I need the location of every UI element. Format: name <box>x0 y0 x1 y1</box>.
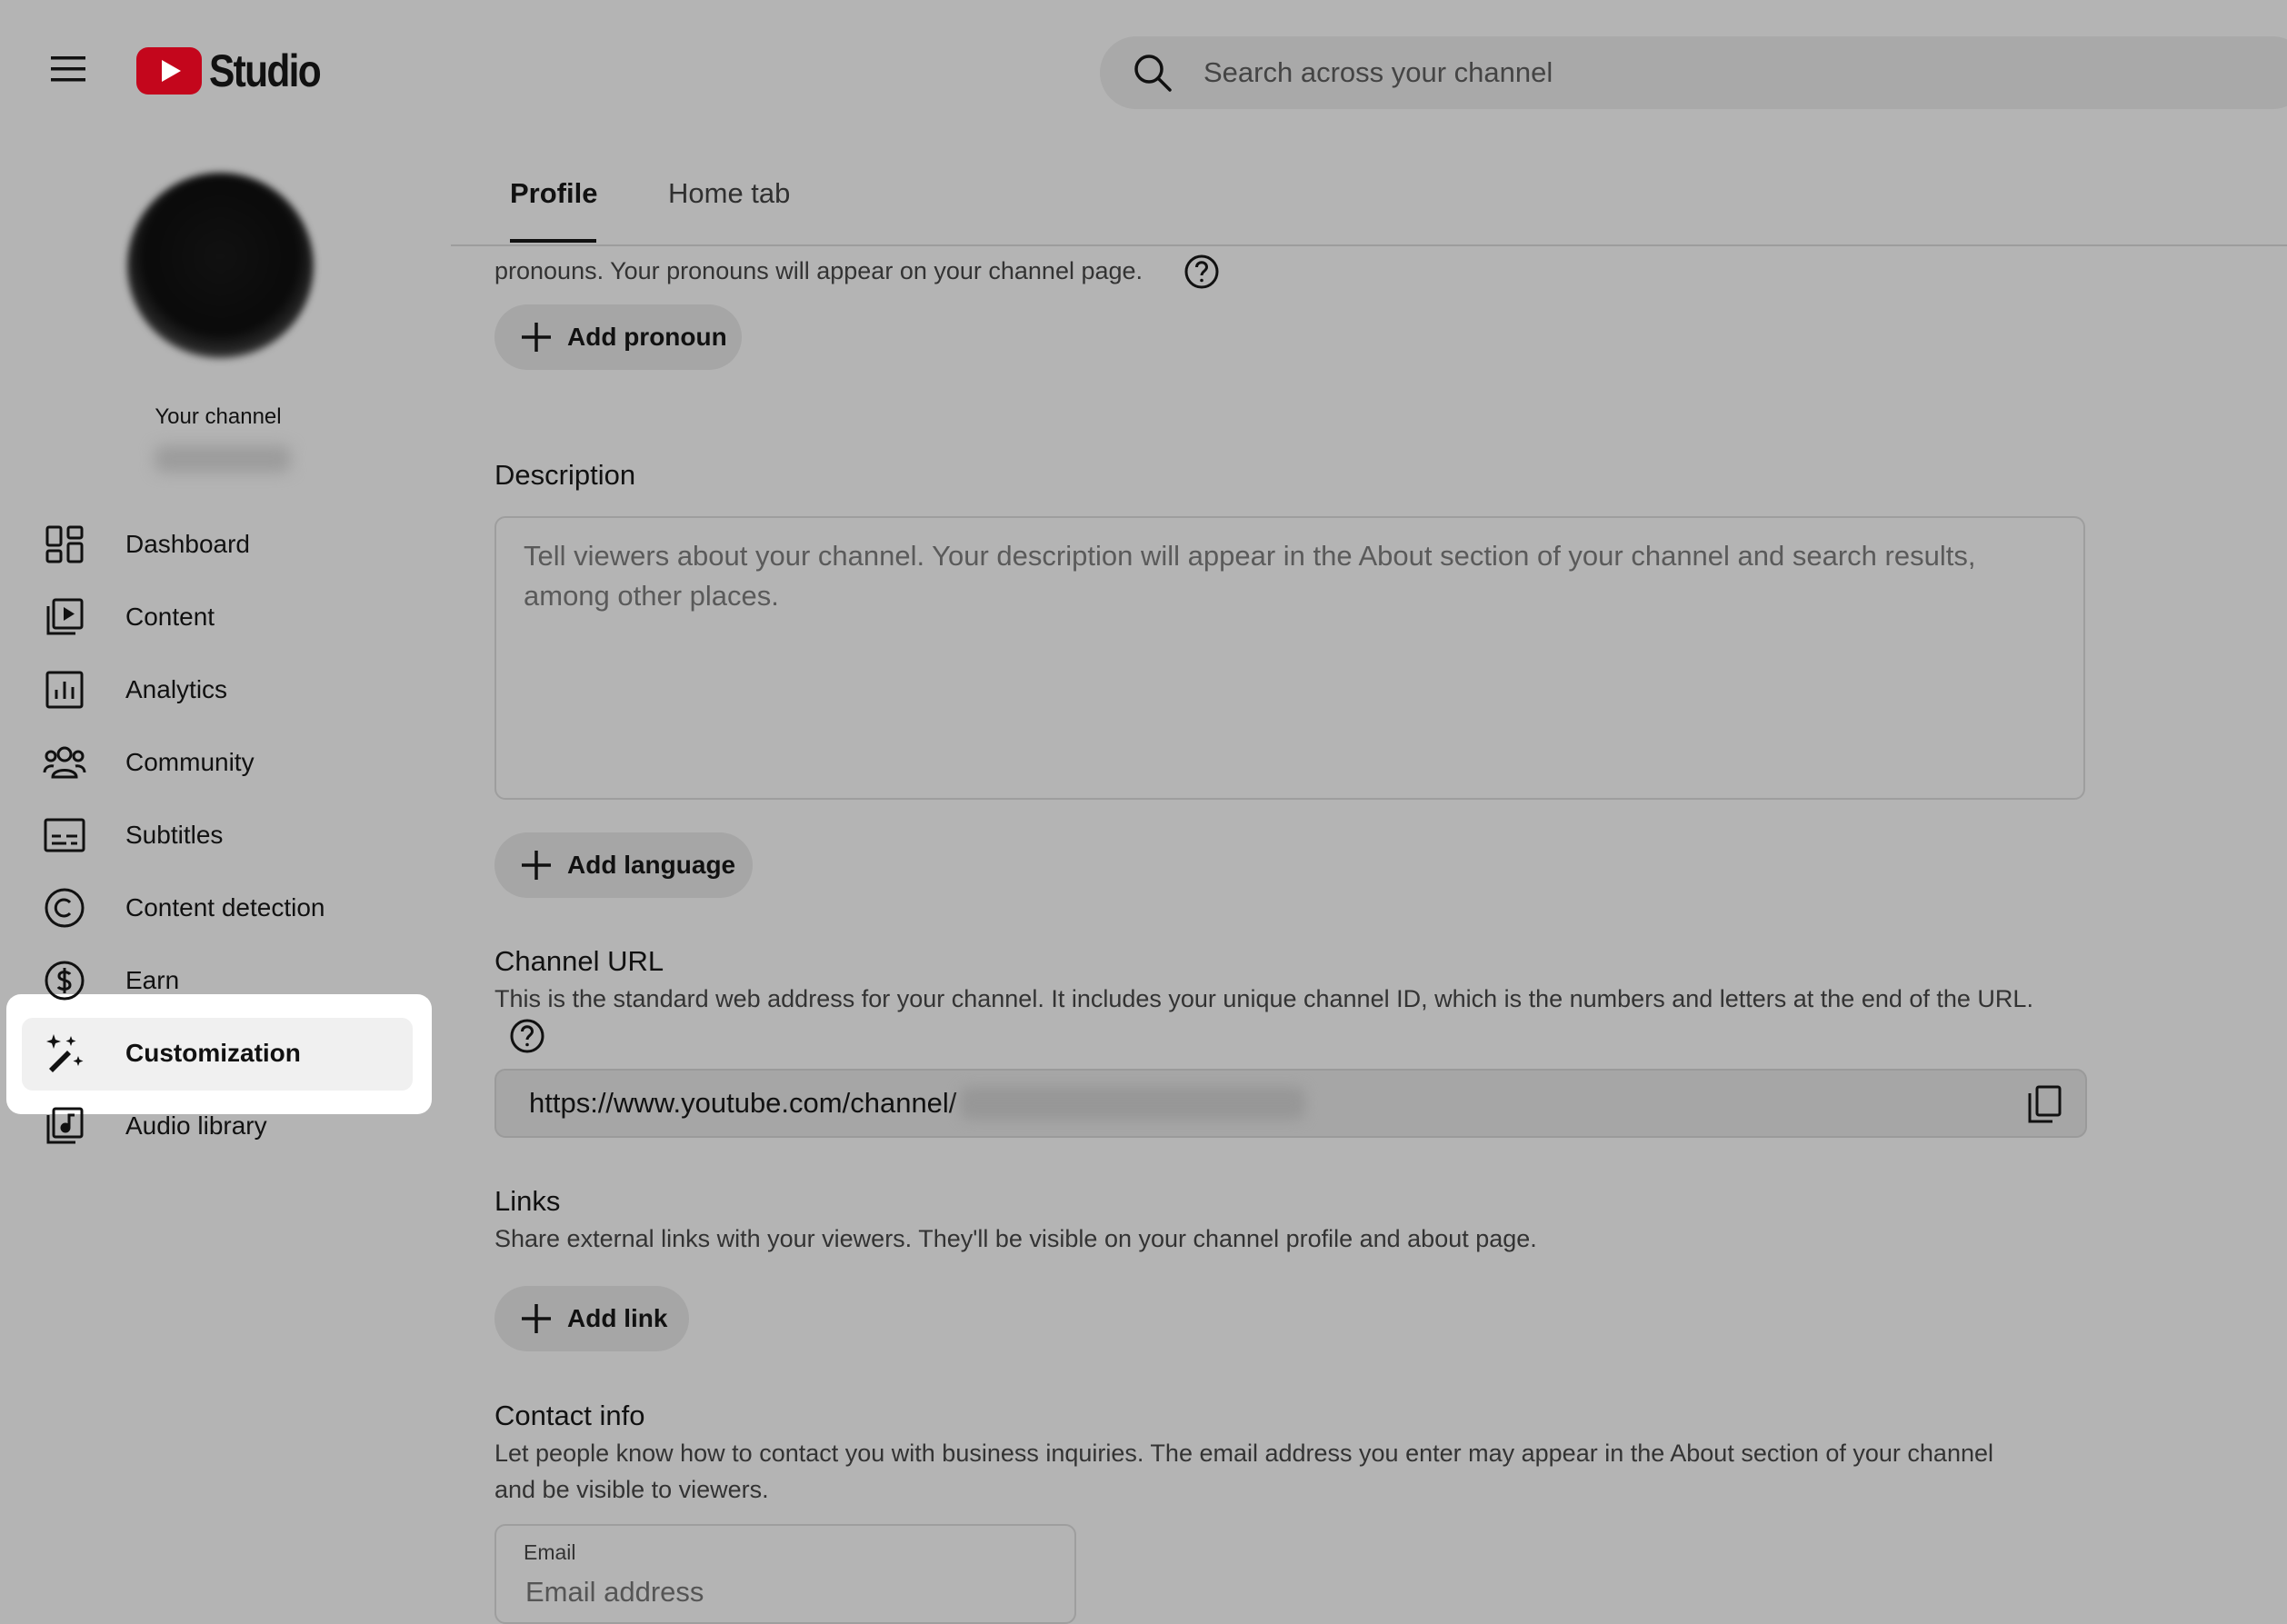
tab-home[interactable]: Home tab <box>668 177 790 210</box>
contact-info-title: Contact info <box>494 1400 645 1431</box>
active-tab-indicator <box>510 239 596 243</box>
add-language-button[interactable]: Add language <box>494 832 753 898</box>
sidebar-item-label: Subtitles <box>125 821 224 849</box>
description-field[interactable] <box>494 516 2085 800</box>
add-pronoun-button[interactable]: Add pronoun <box>494 304 742 370</box>
magic-wand-icon <box>42 1031 87 1076</box>
sidebar-item-earn[interactable]: Earn <box>22 944 433 1017</box>
youtube-studio-logo[interactable]: Studio <box>136 44 340 98</box>
search-input[interactable] <box>1202 55 2114 90</box>
sidebar-item-label: Dashboard <box>125 530 250 558</box>
dashboard-icon <box>42 522 87 567</box>
sidebar-item-label: Earn <box>125 966 180 994</box>
add-language-label: Add language <box>567 851 736 879</box>
sidebar-item-label: Audio library <box>125 1111 267 1140</box>
audio-library-icon <box>42 1103 87 1149</box>
description-title: Description <box>494 459 636 491</box>
sidebar-item-label: Content detection <box>125 893 325 922</box>
channel-url-help-icon[interactable] <box>507 1016 547 1056</box>
hamburger-menu-button[interactable] <box>36 36 102 102</box>
description-textarea[interactable] <box>496 518 2083 798</box>
channel-url-field[interactable]: https://www.youtube.com/channel/ <box>494 1069 2087 1138</box>
sidebar-item-content[interactable]: Content <box>22 581 433 653</box>
plus-icon <box>518 1300 554 1337</box>
sidebar-item-label: Content <box>125 603 215 631</box>
contact-info-help-text-line1: Let people know how to contact you with … <box>494 1440 1993 1467</box>
subtitles-icon <box>42 812 87 858</box>
plus-icon <box>518 847 554 883</box>
search-icon[interactable] <box>1127 47 1178 98</box>
tab-profile[interactable]: Profile <box>510 177 597 210</box>
sidebar-item-dashboard[interactable]: Dashboard <box>22 508 433 581</box>
sidebar-item-label: Community <box>125 748 255 776</box>
channel-url-help-text: This is the standard web address for you… <box>494 985 2033 1012</box>
channel-name-blurred <box>155 445 291 473</box>
dollar-icon <box>42 958 87 1003</box>
links-title: Links <box>494 1185 561 1217</box>
add-link-button[interactable]: Add link <box>494 1286 689 1351</box>
pronouns-help-icon[interactable] <box>1182 252 1222 292</box>
channel-avatar[interactable] <box>127 173 314 359</box>
add-pronoun-label: Add pronoun <box>567 323 727 351</box>
email-field[interactable]: Email <box>494 1524 1076 1624</box>
sidebar-item-subtitles[interactable]: Subtitles <box>22 799 433 872</box>
tab-divider <box>451 244 2287 246</box>
channel-url-text: https://www.youtube.com/channel/ <box>529 1087 957 1119</box>
sidebar-item-analytics[interactable]: Analytics <box>22 653 433 726</box>
search-bar[interactable] <box>1100 36 2287 109</box>
channel-id-blurred <box>960 1087 1306 1120</box>
email-input[interactable] <box>524 1575 1036 1609</box>
analytics-icon <box>42 667 87 712</box>
sidebar-item-content-detection[interactable]: Content detection <box>22 872 433 944</box>
pronouns-help-text: pronouns. Your pronouns will appear on y… <box>494 257 1144 284</box>
logo-text: Studio <box>209 45 322 96</box>
sidebar-item-customization[interactable]: Customization <box>22 1017 433 1090</box>
hamburger-icon <box>51 56 85 82</box>
email-label: Email <box>524 1540 576 1564</box>
contact-info-help-text-line2: and be visible to viewers. <box>494 1476 769 1503</box>
links-help-text: Share external links with your viewers. … <box>494 1225 1537 1252</box>
sidebar-item-audio-library[interactable]: Audio library <box>22 1090 433 1162</box>
add-link-label: Add link <box>567 1304 668 1332</box>
sidebar-item-community[interactable]: Community <box>22 726 433 799</box>
sidebar-item-label: Analytics <box>125 675 228 703</box>
copyright-icon <box>42 885 87 931</box>
content-icon <box>42 594 87 640</box>
channel-url-title: Channel URL <box>494 945 664 977</box>
plus-icon <box>518 319 554 355</box>
copy-icon[interactable] <box>2020 1080 2069 1129</box>
youtube-play-icon <box>136 47 202 95</box>
your-channel-label: Your channel <box>155 404 282 429</box>
sidebar-item-label: Customization <box>125 1039 301 1067</box>
community-icon <box>42 740 87 785</box>
